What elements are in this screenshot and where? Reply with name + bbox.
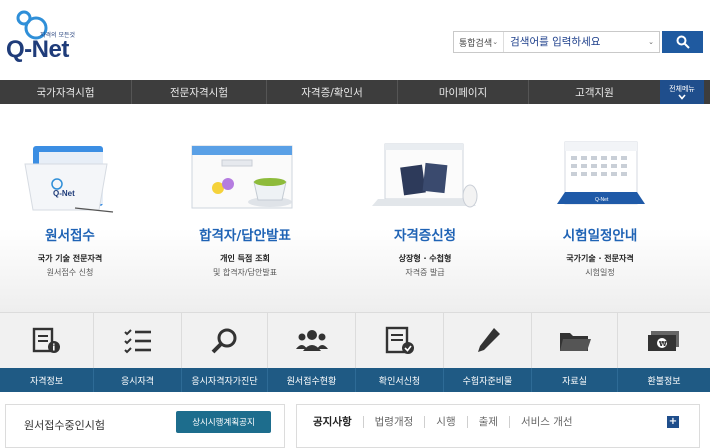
quick-label-qualification-info[interactable]: 자격정보 [0, 368, 94, 392]
nav-item-certificate[interactable]: 자격증/확인서 [267, 80, 398, 104]
nav-item-professional-exam[interactable]: 전문자격시험 [132, 80, 267, 104]
logo-brand: Q-Net [6, 36, 69, 63]
feature-application-title: 원서접수 [45, 228, 95, 244]
quick-item-confirmation-request[interactable] [356, 313, 444, 369]
quick-item-refund-info[interactable]: ₩ [618, 313, 710, 369]
search-scope-select[interactable]: 통합검색 ⌄ [454, 32, 505, 52]
feature-application-sub1: 국가 기술 전문자격 [37, 254, 103, 263]
quick-label-self-diagnosis[interactable]: 응시자격자가진단 [182, 368, 268, 392]
magnifier-icon [211, 328, 236, 354]
more-plus-button[interactable]: + [667, 416, 679, 428]
chevron-down-icon [678, 93, 686, 100]
feature-results[interactable]: 합격자/답안발표 개인 득점 조회 및 합격자/답안발표 [170, 104, 320, 278]
feature-schedule-title: 시험일정안내 [562, 228, 638, 244]
main-nav: 국가자격시험 전문자격시험 자격증/확인서 마이페이지 고객지원 전체메뉴 [0, 80, 710, 104]
quick-item-application-status[interactable] [268, 313, 356, 369]
search-scope-label: 통합검색 [459, 38, 493, 49]
tab-questions[interactable]: 출제 [468, 416, 510, 428]
tab-implementation[interactable]: 시행 [425, 416, 468, 428]
quick-item-self-diagnosis[interactable] [182, 313, 268, 369]
search-bar: 통합검색 ⌄ ⌄ [453, 31, 660, 53]
pencil-icon [477, 328, 500, 352]
header: 자격의 모든것 Q-Net 통합검색 ⌄ ⌄ [0, 0, 710, 80]
qnet-logo[interactable]: 자격의 모든것 Q-Net [6, 10, 96, 66]
quick-label-resources[interactable]: 자료실 [532, 368, 618, 392]
quick-label-application-status[interactable]: 원서접수현황 [268, 368, 356, 392]
browser-cup-illustration-icon [170, 104, 320, 219]
feature-schedule-sub1: 국가기술 · 전문자격 [566, 254, 634, 263]
chevron-down-icon: ⌄ [492, 38, 499, 46]
bottom-section: 원서접수중인시험 상시시행계획공지 공지사항 법령개정 시행 출제 서비스 개선… [0, 392, 710, 448]
svg-text:₩: ₩ [659, 340, 667, 348]
laptop-passport-illustration-icon [350, 104, 500, 219]
quick-label-confirmation-request[interactable]: 확인서신청 [356, 368, 444, 392]
ongoing-exams-title: 원서접수중인시험 [24, 419, 105, 432]
folder-icon [559, 333, 591, 351]
quick-menu: i ₩ [0, 312, 710, 369]
feature-certificate-sub2: 자격증 발급 [405, 268, 445, 277]
all-menu-label: 전체메뉴 [669, 84, 695, 93]
feature-results-title: 합격자/답안발표 [199, 228, 291, 244]
quick-label-refund-info[interactable]: 환불정보 [618, 368, 710, 392]
quick-item-resources[interactable] [532, 313, 618, 369]
quick-label-eligibility[interactable]: 응시자격 [94, 368, 182, 392]
feature-certificate[interactable]: 자격증신청 상장형 · 수첩형 자격증 발급 [350, 104, 500, 278]
chevron-down-icon: ⌄ [648, 38, 654, 46]
search-button[interactable] [662, 31, 703, 53]
nav-item-support[interactable]: 고객지원 [529, 80, 660, 104]
folder-illustration-icon: Q-Net [0, 104, 145, 219]
search-icon [676, 35, 690, 49]
svg-text:i: i [52, 344, 55, 354]
people-icon [295, 330, 328, 351]
certificate-check-icon [385, 326, 414, 354]
nav-item-national-exam[interactable]: 국가자격시험 [0, 80, 132, 104]
feature-certificate-title: 자격증신청 [393, 228, 457, 244]
quick-item-exam-supplies[interactable] [444, 313, 532, 369]
calendar-illustration-icon: Q-Net [525, 104, 675, 219]
nav-item-mypage[interactable]: 마이페이지 [398, 80, 529, 104]
quick-item-qualification-info[interactable]: i [0, 313, 94, 369]
regular-schedule-notice-button[interactable]: 상시시행계획공지 [176, 411, 271, 433]
feature-schedule[interactable]: Q-Net 시험일정안내 국가기술 · 전문자격 시험일정 [525, 104, 675, 278]
money-icon: ₩ [648, 331, 679, 351]
tab-law-revisions[interactable]: 법령개정 [364, 416, 426, 428]
feature-certificate-sub1: 상장형 · 수첩형 [398, 254, 452, 263]
quick-label-exam-supplies[interactable]: 수험자준비물 [444, 368, 532, 392]
search-input[interactable] [504, 32, 649, 52]
feature-application[interactable]: Q-Net 원서접수 국가 기술 전문자격 원서접수 신청 [0, 104, 145, 278]
feature-results-sub1: 개인 득점 조회 [220, 254, 270, 263]
notice-panel: 공지사항 법령개정 시행 출제 서비스 개선 + [296, 404, 700, 448]
hero-features: Q-Net 원서접수 국가 기술 전문자격 원서접수 신청 합격자/답안발표 개… [0, 104, 710, 312]
feature-application-sub2: 원서접수 신청 [46, 268, 94, 277]
quick-item-eligibility[interactable] [94, 313, 182, 369]
all-menu-button[interactable]: 전체메뉴 [660, 80, 704, 104]
checklist-icon [123, 329, 151, 354]
quick-menu-labels: 자격정보 응시자격 응시자격자가진단 원서접수현황 확인서신청 수험자준비물 자… [0, 368, 710, 392]
svg-text:Q-Net: Q-Net [53, 189, 75, 198]
tab-service-improvement[interactable]: 서비스 개선 [510, 416, 584, 428]
feature-schedule-sub2: 시험일정 [585, 268, 615, 277]
svg-text:Q-Net: Q-Net [595, 197, 609, 203]
ongoing-exams-panel: 원서접수중인시험 상시시행계획공지 [5, 404, 285, 448]
document-info-icon: i [32, 327, 60, 354]
tab-notices[interactable]: 공지사항 [313, 416, 364, 428]
notice-tabs: 공지사항 법령개정 시행 출제 서비스 개선 [313, 416, 584, 428]
feature-results-sub2: 및 합격자/답안발표 [212, 268, 278, 277]
